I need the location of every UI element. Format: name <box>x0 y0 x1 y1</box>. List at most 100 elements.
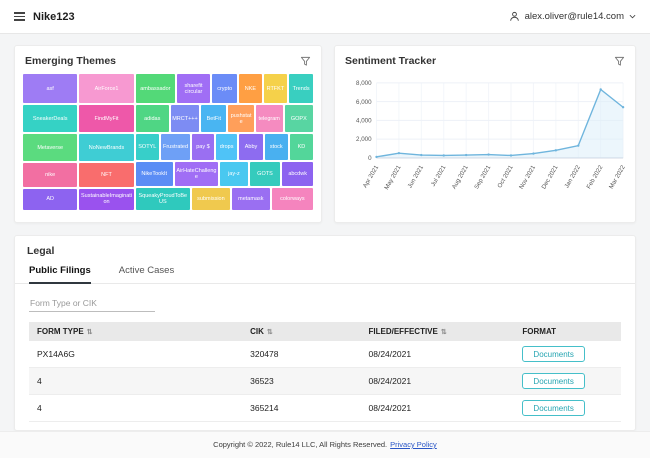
privacy-policy-link[interactable]: Privacy Policy <box>390 440 437 449</box>
treemap-block[interactable]: AirHateChallenge <box>175 162 218 186</box>
format-cell: Documents <box>514 368 621 395</box>
filed-effective-cell: 08/24/2021 <box>361 395 515 422</box>
treemap-block[interactable]: AirForce1 <box>79 74 133 103</box>
treemap-block[interactable]: adidas <box>136 105 169 132</box>
svg-text:2,000: 2,000 <box>356 136 372 143</box>
treemap-block[interactable]: metamask <box>232 188 270 210</box>
svg-text:Sep 2021: Sep 2021 <box>473 164 492 191</box>
treemap-block[interactable]: Frustrated <box>161 134 190 160</box>
treemap-block[interactable]: ambassador <box>136 74 175 103</box>
column-header[interactable]: FORM TYPE⇅ <box>29 322 242 341</box>
filter-icon[interactable] <box>614 56 625 67</box>
treemap-block[interactable]: MRCT+++ <box>171 105 199 132</box>
cik-cell: 36523 <box>242 368 360 395</box>
sentiment-line-chart: 02,0004,0006,0008,000Apr 2021May 2021Jun… <box>339 72 631 220</box>
treemap-block[interactable]: nike <box>23 163 77 187</box>
treemap-block[interactable]: NikeTookIt <box>136 162 173 186</box>
emerging-themes-title: Emerging Themes <box>25 55 116 67</box>
treemap-block[interactable]: RTFKT <box>264 74 288 103</box>
brand-area: Nike123 <box>14 11 75 23</box>
treemap-block[interactable]: asf <box>23 74 77 103</box>
form-type-cell: 4 <box>29 368 242 395</box>
menu-icon[interactable] <box>14 12 25 21</box>
sort-icon[interactable]: ⇅ <box>87 329 93 336</box>
sentiment-tracker-card: Sentiment Tracker 02,0004,0006,0008,000A… <box>334 45 636 223</box>
treemap-block[interactable]: pushstate <box>228 105 253 132</box>
filed-effective-cell: 08/24/2021 <box>361 368 515 395</box>
documents-button[interactable]: Documents <box>522 400 584 416</box>
legal-title: Legal <box>15 236 635 265</box>
form-type-cell: PX14A6G <box>29 341 242 368</box>
cik-cell: 365214 <box>242 395 360 422</box>
treemap: asfSneakerDealsMetaversenikeADAirForce1F… <box>23 74 313 210</box>
treemap-block[interactable]: KD <box>290 134 313 160</box>
svg-text:Jun 2021: Jun 2021 <box>406 164 425 190</box>
table-header-row: FORM TYPE⇅CIK⇅FILED/EFFECTIVE⇅FORMAT <box>29 322 621 341</box>
sentiment-chart: 02,0004,0006,0008,000Apr 2021May 2021Jun… <box>335 72 635 225</box>
treemap-block[interactable]: Abby <box>239 134 262 160</box>
treemap-block[interactable]: SqueakyProudToBeUS <box>136 188 190 210</box>
copyright-text: Copyright © 2022, Rule14 LLC, All Rights… <box>213 440 387 449</box>
documents-button[interactable]: Documents <box>522 373 584 389</box>
svg-text:Feb 2022: Feb 2022 <box>585 164 604 190</box>
svg-text:Mar 2022: Mar 2022 <box>608 164 627 190</box>
svg-text:Oct 2021: Oct 2021 <box>496 164 515 189</box>
treemap-block[interactable]: stock <box>265 134 288 160</box>
svg-text:Jul 2021: Jul 2021 <box>430 164 448 188</box>
treemap-block[interactable]: pay $ <box>192 134 214 160</box>
user-icon <box>509 11 520 22</box>
treemap-block[interactable]: NFT <box>79 163 133 187</box>
format-cell: Documents <box>514 341 621 368</box>
treemap-block[interactable]: SneakerDeals <box>23 105 77 132</box>
treemap-block[interactable]: crypto <box>212 74 237 103</box>
table-row: 436521408/24/2021Documents <box>29 395 621 422</box>
table-row: PX14A6G32047808/24/2021Documents <box>29 341 621 368</box>
sort-icon[interactable]: ⇅ <box>267 329 273 336</box>
topbar: Nike123 alex.oliver@rule14.com <box>0 0 650 34</box>
svg-text:8,000: 8,000 <box>356 80 372 87</box>
column-header: FORMAT <box>514 322 621 341</box>
treemap-block[interactable]: SOTYL <box>136 134 159 160</box>
treemap-block[interactable]: AD <box>23 189 77 210</box>
treemap-block[interactable]: abcdwk <box>282 162 313 186</box>
treemap-block[interactable]: SustainableImagination <box>79 189 133 210</box>
treemap-block[interactable]: colorways <box>272 188 313 210</box>
treemap-block[interactable]: FindMyFit <box>79 105 133 132</box>
treemap-block[interactable]: telegram <box>256 105 283 132</box>
treemap-block[interactable]: NoNewBrands <box>79 134 133 161</box>
svg-text:Jan 2022: Jan 2022 <box>563 164 582 190</box>
svg-text:4,000: 4,000 <box>356 118 372 125</box>
column-header[interactable]: CIK⇅ <box>242 322 360 341</box>
filings-table-body: PX14A6G32047808/24/2021Documents43652308… <box>29 341 621 422</box>
column-header[interactable]: FILED/EFFECTIVE⇅ <box>361 322 515 341</box>
treemap-block[interactable]: NKE <box>239 74 261 103</box>
filter-icon[interactable] <box>300 56 311 67</box>
filings-table: FORM TYPE⇅CIK⇅FILED/EFFECTIVE⇅FORMAT PX1… <box>29 322 621 422</box>
treemap-block[interactable]: GOPX <box>285 105 313 132</box>
sentiment-tracker-title: Sentiment Tracker <box>345 55 436 67</box>
sort-icon[interactable]: ⇅ <box>441 329 447 336</box>
form-search-input[interactable] <box>29 295 155 312</box>
format-cell: Documents <box>514 395 621 422</box>
svg-text:Aug 2021: Aug 2021 <box>451 164 470 191</box>
treemap-block[interactable]: sharefit circular <box>177 74 210 103</box>
chevron-down-icon[interactable] <box>629 14 636 19</box>
treemap-block[interactable]: jay-z <box>220 162 247 186</box>
treemap-block[interactable]: Metaverse <box>23 134 77 161</box>
treemap-block[interactable]: BetFit <box>201 105 226 132</box>
table-row: 43652308/24/2021 Documents <box>29 368 621 395</box>
documents-button[interactable]: Documents <box>522 346 584 362</box>
tab-public-filings[interactable]: Public Filings <box>29 265 91 284</box>
footer: Copyright © 2022, Rule14 LLC, All Rights… <box>0 431 650 458</box>
treemap-block[interactable]: submission <box>192 188 230 210</box>
treemap-block[interactable]: Trends <box>289 74 313 103</box>
treemap-block[interactable]: drops <box>216 134 238 160</box>
user-menu[interactable]: alex.oliver@rule14.com <box>509 11 636 22</box>
svg-text:Apr 2021: Apr 2021 <box>362 164 381 189</box>
svg-text:Dec 2021: Dec 2021 <box>540 164 559 191</box>
treemap-block[interactable]: GOTS <box>250 162 281 186</box>
svg-text:May 2021: May 2021 <box>383 164 403 191</box>
tab-active-cases[interactable]: Active Cases <box>119 265 174 284</box>
filed-effective-cell: 08/24/2021 <box>361 341 515 368</box>
emerging-themes-card: Emerging Themes asfSneakerDealsMetaverse… <box>14 45 322 223</box>
